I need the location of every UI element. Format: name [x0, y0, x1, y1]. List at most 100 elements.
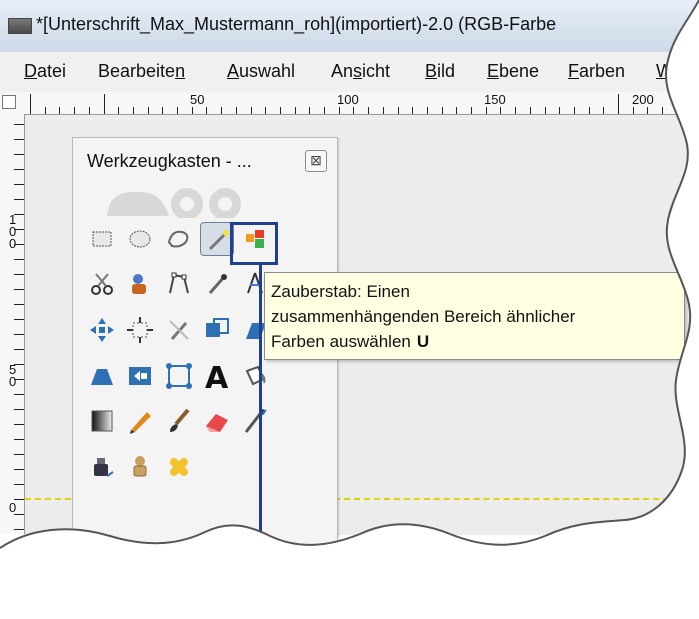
tool-tooltip: Zauberstab: Einen zusammenhängenden Bere…: [264, 272, 685, 360]
close-icon[interactable]: ⊠: [305, 150, 327, 172]
ruler-tick: [44, 107, 46, 114]
ruler-tick: [559, 107, 561, 114]
ruler-tick: [353, 107, 355, 114]
pencil-tool-icon[interactable]: [123, 404, 157, 438]
ruler-tick: [382, 107, 384, 114]
navigate-corner-icon[interactable]: [2, 95, 16, 109]
vruler-label: 50: [9, 362, 17, 389]
ruler-tick: [103, 94, 105, 114]
menu-bild[interactable]: Bild: [425, 61, 455, 82]
ruler-tick: [691, 94, 693, 114]
flip-tool-icon[interactable]: [123, 359, 157, 393]
ruler-tick: [676, 107, 678, 114]
ruler-tick: [471, 107, 472, 114]
text-tool-icon[interactable]: A: [200, 359, 234, 393]
hruler-label: 200: [632, 92, 654, 107]
ruler-tick: [206, 107, 208, 114]
ruler-tick: [573, 107, 575, 114]
ruler-tick: [118, 107, 120, 114]
ruler-tick: [14, 499, 24, 500]
app-icon: [8, 18, 32, 34]
horizontal-ruler[interactable]: 50 100 150 200: [0, 92, 699, 115]
foreground-select-tool-icon[interactable]: [123, 267, 157, 301]
ruler-tick: [14, 259, 24, 260]
eraser-tool-icon[interactable]: [200, 404, 234, 438]
callout-highlight-box: [230, 222, 278, 265]
ruler-tick: [14, 274, 24, 275]
scale-tool-icon[interactable]: [200, 313, 234, 347]
menu-ansicht[interactable]: Ansicht: [331, 61, 390, 82]
ruler-tick: [603, 107, 605, 114]
move-tool-icon[interactable]: [85, 313, 119, 347]
free-select-tool-icon[interactable]: [162, 222, 196, 256]
ruler-tick: [662, 107, 664, 114]
menu-bearbeiten[interactable]: Bearbeiten: [98, 61, 185, 82]
gimp-logo-watermark: [107, 188, 241, 218]
ruler-tick: [632, 107, 634, 114]
ruler-tick: [177, 107, 178, 114]
ruler-tick: [14, 199, 24, 200]
paintbrush-tool-icon[interactable]: [162, 404, 196, 438]
window-title: *[Unterschrift_Max_Mustermann_roh](impor…: [36, 14, 557, 34]
ruler-tick: [74, 107, 76, 114]
airbrush-tool-icon[interactable]: [238, 404, 272, 438]
title-bar: *[Unterschrift_Max_Mustermann_roh](impor…: [0, 0, 699, 52]
clone-tool-icon[interactable]: [123, 450, 157, 484]
menu-auswahl[interactable]: Auswahl: [227, 61, 295, 82]
bucket-fill-tool-icon[interactable]: [238, 359, 272, 393]
tooltip-shortcut-key: U: [416, 332, 430, 351]
ruler-tick: [14, 184, 24, 185]
ruler-tick: [14, 154, 24, 155]
ruler-tick: [588, 107, 590, 114]
ruler-tick: [30, 94, 31, 114]
menu-ebene[interactable]: Ebene: [487, 61, 539, 82]
rect-select-tool-icon[interactable]: [85, 222, 119, 256]
crop-tool-icon[interactable]: [162, 313, 196, 347]
ellipse-select-tool-icon[interactable]: [123, 222, 157, 256]
ruler-tick: [647, 107, 649, 114]
gradient-tool-icon[interactable]: [85, 404, 119, 438]
ruler-tick: [88, 107, 90, 114]
cage-transform-tool-icon[interactable]: [162, 359, 196, 393]
ruler-tick: [324, 107, 325, 114]
color-picker-tool-icon[interactable]: [200, 267, 234, 301]
ruler-tick: [397, 107, 399, 114]
hruler-label: 150: [484, 92, 506, 107]
ruler-tick: [250, 107, 252, 114]
hruler-label: 100: [337, 92, 359, 107]
ruler-tick: [294, 107, 296, 114]
ruler-tick: [14, 514, 24, 515]
ink-tool-icon[interactable]: [85, 450, 119, 484]
menu-datei[interactable]: Datei: [24, 61, 66, 82]
vruler-label: 0: [9, 500, 17, 515]
ruler-tick: [14, 244, 24, 245]
ruler-tick: [515, 107, 517, 114]
ruler-tick: [14, 439, 24, 440]
vertical-ruler[interactable]: 100 50 0: [0, 114, 25, 534]
ruler-tick: [14, 169, 24, 170]
ruler-tick: [14, 409, 24, 410]
ruler-tick: [14, 349, 24, 350]
perspective-tool-icon[interactable]: [85, 359, 119, 393]
heal-tool-icon[interactable]: [162, 450, 196, 484]
ruler-tick: [14, 214, 24, 215]
ruler-tick: [162, 107, 164, 114]
ruler-tick: [485, 107, 487, 114]
ruler-tick: [14, 529, 24, 530]
ruler-tick: [59, 107, 61, 114]
menu-werkzeuge[interactable]: Wer: [656, 61, 689, 82]
ruler-tick: [14, 454, 24, 455]
ruler-tick: [500, 107, 502, 114]
ruler-tick: [132, 107, 134, 114]
ruler-tick: [14, 289, 24, 290]
scissors-select-tool-icon[interactable]: [85, 267, 119, 301]
ruler-tick: [14, 319, 24, 320]
ruler-tick: [191, 107, 193, 114]
align-tool-icon[interactable]: [123, 313, 157, 347]
ruler-tick: [14, 424, 24, 425]
ruler-tick: [338, 107, 340, 114]
paths-tool-icon[interactable]: [162, 267, 196, 301]
menu-farben[interactable]: Farben: [568, 61, 625, 82]
ruler-tick: [14, 394, 24, 395]
fuzzy-select-tool-icon[interactable]: [200, 222, 234, 256]
